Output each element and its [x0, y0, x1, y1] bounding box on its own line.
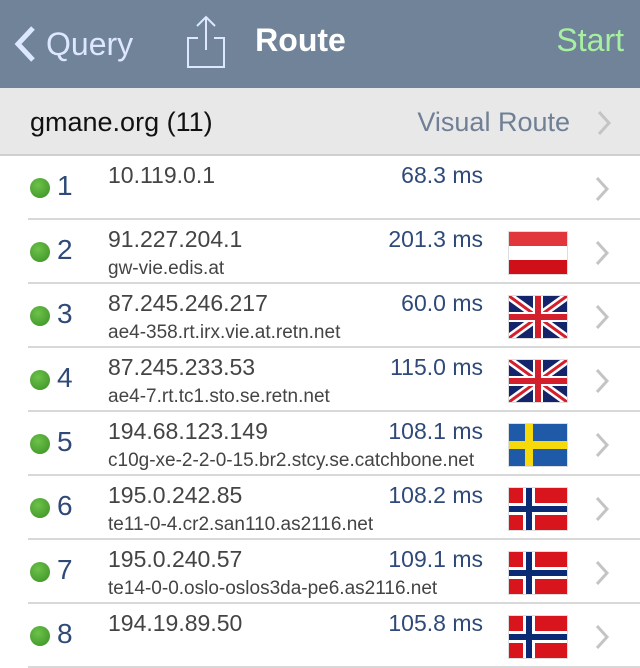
hop-ip: 195.0.240.57 [108, 546, 243, 572]
start-button[interactable]: Start [556, 22, 624, 59]
hop-row[interactable]: 8 194.19.89.50 105.8 ms [28, 604, 640, 668]
chevron-right-icon [595, 624, 610, 650]
chevron-right-icon [595, 432, 610, 458]
hop-row[interactable]: 6 195.0.242.85 te11-0-4.cr2.san110.as2116.… [28, 476, 640, 540]
hop-hostname: ae4-7.rt.tc1.sto.se.retn.net [108, 386, 330, 407]
hop-latency: 108.2 ms [388, 482, 483, 508]
hop-ip: 91.227.204.1 [108, 226, 243, 252]
hop-hostname: te11-0-4.cr2.san110.as2116.net [108, 514, 374, 535]
route-header[interactable]: gmane.org (11) Visual Route [0, 88, 640, 156]
hop-number: 2 [57, 234, 73, 265]
hop-row[interactable]: 7 195.0.240.57 te14-0-0.oslo-oslos3da-pe6.… [28, 540, 640, 604]
navigation-bar: Query Route Start [0, 0, 640, 88]
status-indicator-icon [30, 178, 50, 198]
back-label: Query [46, 25, 134, 62]
chevron-right-icon [595, 176, 610, 202]
hop-ip: 195.0.242.85 [108, 482, 243, 508]
hop-hostname: gw-vie.edis.at [108, 258, 225, 279]
hop-number: 3 [57, 298, 73, 329]
uk-flag-icon [509, 296, 567, 338]
norway-flag-icon [509, 552, 567, 594]
status-indicator-icon [30, 306, 50, 326]
uk-flag-icon [509, 360, 567, 402]
hop-latency: 201.3 ms [388, 226, 483, 252]
hop-number: 7 [57, 554, 73, 585]
hop-latency: 68.3 ms [401, 162, 483, 188]
hop-number: 4 [57, 362, 73, 393]
share-button[interactable] [184, 14, 228, 70]
status-indicator-icon [30, 434, 50, 454]
chevron-right-icon [595, 240, 610, 266]
hop-number: 1 [57, 170, 73, 201]
hop-latency: 105.8 ms [388, 610, 483, 636]
norway-flag-icon [509, 488, 567, 530]
hop-latency: 109.1 ms [388, 546, 483, 572]
hop-row[interactable]: 5 194.68.123.149 c10g-xe-2-2-0-15.br2.stcy… [28, 412, 640, 476]
hop-row[interactable]: 2 91.227.204.1 gw-vie.edis.at 201.3 ms [28, 220, 640, 284]
hop-ip: 87.245.233.53 [108, 354, 256, 380]
chevron-right-icon [595, 496, 610, 522]
hop-latency: 108.1 ms [388, 418, 483, 444]
hop-ip: 87.245.246.217 [108, 290, 268, 316]
chevron-right-icon [595, 560, 610, 586]
hop-ip: 194.68.123.149 [108, 418, 268, 444]
hop-number: 5 [57, 426, 73, 457]
status-indicator-icon [30, 498, 50, 518]
status-indicator-icon [30, 370, 50, 390]
hop-row[interactable]: 3 87.245.246.217 ae4-358.rt.irx.vie.at.ret… [28, 284, 640, 348]
status-indicator-icon [30, 242, 50, 262]
chevron-right-icon [595, 304, 610, 330]
hop-hostname: te14-0-0.oslo-oslos3da-pe6.as2116.net [108, 578, 438, 599]
hop-ip: 194.19.89.50 [108, 610, 243, 636]
hop-number: 6 [57, 490, 73, 521]
chevron-right-icon [595, 368, 610, 394]
chevron-right-icon [597, 110, 612, 136]
chevron-left-icon [14, 26, 35, 62]
hop-row[interactable]: 1 10.119.0.1 68.3 ms [28, 156, 640, 220]
sweden-flag-icon [509, 424, 567, 466]
back-button[interactable]: Query [14, 22, 133, 66]
page-title-text: Route [255, 22, 346, 58]
status-indicator-icon [30, 626, 50, 646]
hop-hostname: ae4-358.rt.irx.vie.at.retn.net [108, 322, 341, 343]
hop-latency: 115.0 ms [390, 354, 483, 380]
hop-number: 8 [57, 618, 73, 649]
hop-list: 1 10.119.0.1 68.3 ms 2 91.227.204.1 gw-vie.ed… [0, 156, 640, 668]
visual-route-link[interactable]: Visual Route [417, 107, 570, 138]
hop-hostname: c10g-xe-2-2-0-15.br2.stcy.se.catchbone.n… [108, 450, 475, 471]
hop-ip: 10.119.0.1 [108, 162, 216, 188]
status-indicator-icon [30, 562, 50, 582]
hop-row[interactable]: 4 87.245.233.53 ae4-7.rt.tc1.sto.se.retn.n… [28, 348, 640, 412]
austria-flag-icon [509, 232, 567, 274]
target-host: gmane.org (11) [30, 107, 213, 137]
share-icon [187, 15, 225, 68]
hop-latency: 60.0 ms [401, 290, 483, 316]
norway-flag-icon [509, 616, 567, 658]
